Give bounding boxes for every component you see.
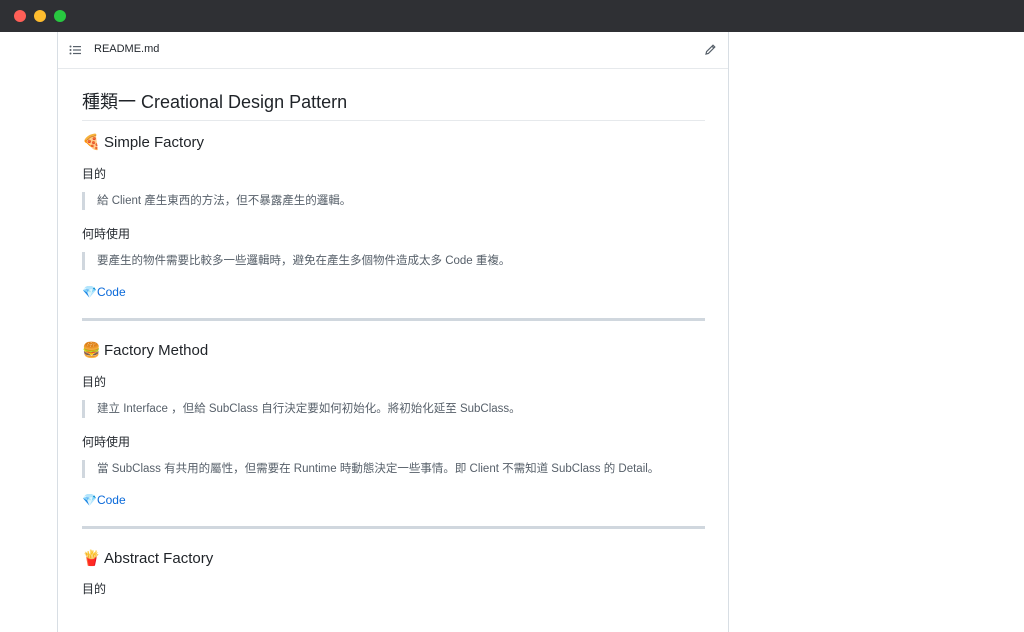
when-quote: 當 SubClass 有共用的屬性，但需要在 Runtime 時動態決定一些事情… bbox=[82, 460, 659, 478]
burger-icon: 🍔 bbox=[82, 342, 101, 359]
file-header: README.md bbox=[58, 32, 728, 69]
gem-icon: 💎 bbox=[82, 285, 97, 299]
code-link[interactable]: 💎Code bbox=[82, 285, 126, 299]
fries-icon: 🍟 bbox=[82, 550, 101, 567]
maximize-window-button[interactable] bbox=[54, 10, 66, 22]
section-title-simple-factory: 🍕 Simple Factory bbox=[82, 134, 205, 151]
purpose-quote: 給 Client 產生東西的方法，但不暴露產生的邏輯。 bbox=[82, 192, 351, 210]
readme-file-box: README.md 種類一 Creational Design Pattern … bbox=[57, 32, 729, 632]
section-heading: 種類一 Creational Design Pattern bbox=[82, 88, 705, 121]
section-divider bbox=[82, 318, 705, 321]
outline-list-icon[interactable] bbox=[69, 44, 81, 56]
gem-icon: 💎 bbox=[82, 493, 97, 507]
code-link[interactable]: 💎Code bbox=[82, 493, 126, 507]
purpose-label: 目的 bbox=[82, 375, 107, 389]
purpose-label: 目的 bbox=[82, 167, 107, 181]
pencil-edit-icon[interactable] bbox=[704, 43, 717, 56]
purpose-label: 目的 bbox=[82, 582, 107, 596]
when-label: 何時使用 bbox=[82, 227, 131, 241]
when-label: 何時使用 bbox=[82, 435, 131, 449]
section-divider bbox=[82, 526, 705, 529]
purpose-quote: 建立 Interface ，但給 SubClass 自行決定要如何初始化。將初始… bbox=[82, 400, 521, 418]
when-quote: 要產生的物件需要比較多一些邏輯時，避免在產生多個物件造成太多 Code 重複。 bbox=[82, 252, 510, 270]
close-window-button[interactable] bbox=[14, 10, 26, 22]
window-titlebar bbox=[0, 0, 1024, 32]
section-title-abstract-factory: 🍟 Abstract Factory bbox=[82, 550, 214, 567]
minimize-window-button[interactable] bbox=[34, 10, 46, 22]
pizza-icon: 🍕 bbox=[82, 134, 101, 151]
section-title-factory-method: 🍔 Factory Method bbox=[82, 342, 209, 359]
file-name: README.md bbox=[94, 43, 160, 55]
